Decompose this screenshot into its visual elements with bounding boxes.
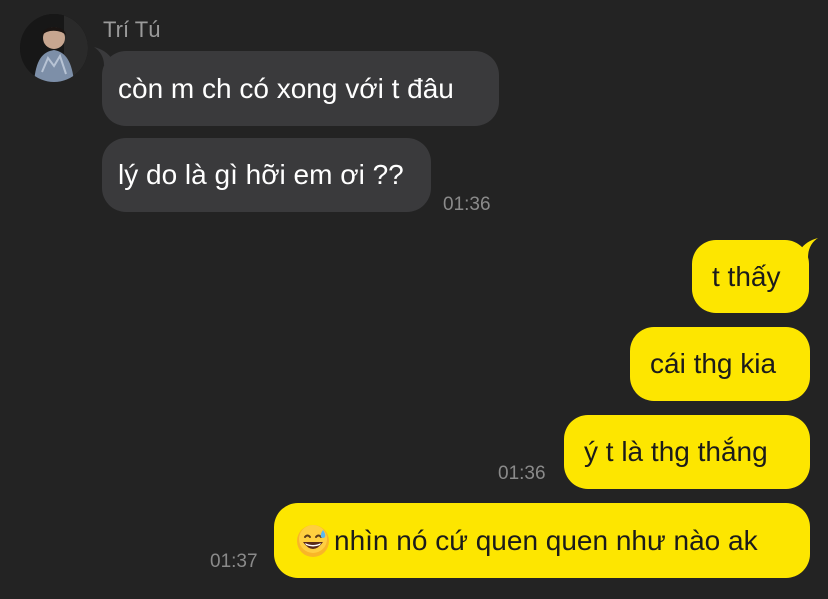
outgoing-message[interactable]: t thấy xyxy=(692,240,809,313)
avatar-image xyxy=(20,14,88,82)
message-timestamp: 01:36 xyxy=(443,194,491,215)
message-text: cái thg kia xyxy=(650,348,777,379)
message-text: t thấy xyxy=(712,260,781,292)
message-timestamp: 01:37 xyxy=(210,551,258,572)
avatar[interactable] xyxy=(20,14,88,82)
message-text: nhìn nó cứ quen quen như nào ak xyxy=(334,524,758,556)
outgoing-message[interactable]: cái thg kia xyxy=(630,327,810,401)
sweat-smile-emoji-icon xyxy=(297,524,329,557)
outgoing-message[interactable]: ý t là thg thắng xyxy=(564,415,810,489)
message-text: ý t là thg thắng xyxy=(584,436,768,467)
incoming-message[interactable]: còn m ch có xong với t đâu xyxy=(102,51,499,126)
message-text: lý do là gì hỡi em ơi ?? xyxy=(118,159,404,190)
sender-name: Trí Tú xyxy=(103,17,161,42)
incoming-message[interactable]: lý do là gì hỡi em ơi ?? xyxy=(102,138,431,212)
message-timestamp: 01:36 xyxy=(498,463,546,484)
chat-view: Trí Tú còn m ch có xong với t đâu lý do … xyxy=(0,0,828,599)
message-text: còn m ch có xong với t đâu xyxy=(118,72,454,104)
outgoing-message[interactable]: nhìn nó cứ quen quen như nào ak xyxy=(274,503,810,578)
